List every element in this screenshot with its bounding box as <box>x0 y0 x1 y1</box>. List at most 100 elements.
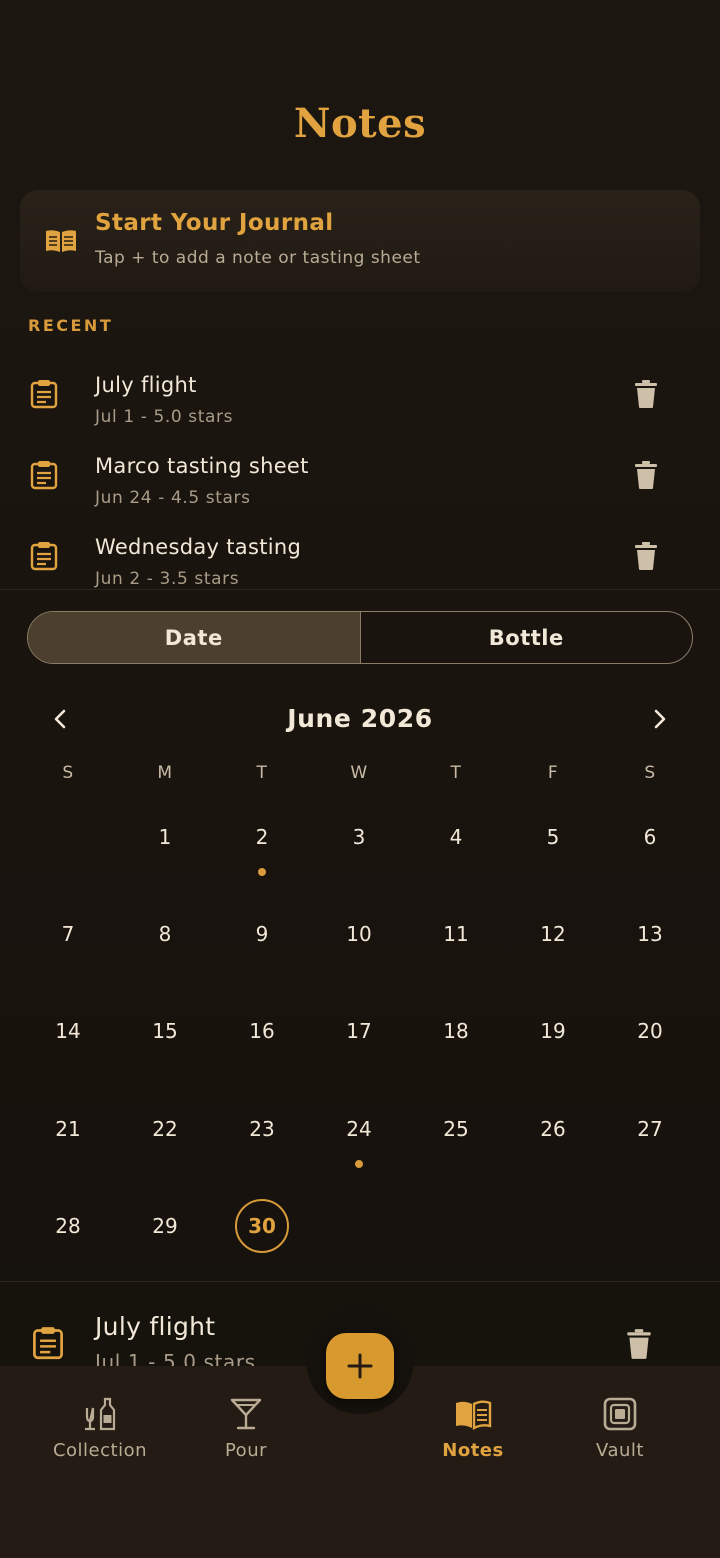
add-note-button[interactable] <box>326 1333 394 1399</box>
calendar-day[interactable]: 28 <box>38 1199 98 1253</box>
date-toggle-button[interactable]: Date <box>28 612 361 663</box>
day-number: 5 <box>546 825 560 849</box>
day-number: 23 <box>249 1117 275 1141</box>
journal-subtitle: Tap + to add a note or tasting sheet <box>95 248 421 268</box>
trash-icon[interactable] <box>634 541 658 571</box>
day-number: 14 <box>55 1019 81 1043</box>
calendar-day[interactable]: 4 <box>426 810 486 864</box>
weekday-label: F <box>547 763 559 783</box>
day-number: 19 <box>540 1019 566 1043</box>
day-number: 8 <box>158 922 172 946</box>
note-subtitle: Jul 1 - 5.0 stars <box>95 407 234 427</box>
day-number: 6 <box>643 825 657 849</box>
note-title: July flight <box>95 373 197 397</box>
clipboard-icon <box>33 1327 63 1360</box>
day-number: 17 <box>346 1019 372 1043</box>
plus-icon <box>347 1353 373 1379</box>
calendar-day[interactable]: 16 <box>232 1004 292 1058</box>
calendar-day[interactable]: 19 <box>523 1004 583 1058</box>
day-number: 3 <box>352 825 366 849</box>
weekday-label: S <box>62 763 74 783</box>
tab-label: Pour <box>224 1440 268 1461</box>
calendar-day[interactable]: 18 <box>426 1004 486 1058</box>
calendar-day-today[interactable]: 30 <box>232 1199 292 1253</box>
calendar-day[interactable]: 6 <box>620 810 680 864</box>
page-title: Notes <box>293 100 427 147</box>
day-number: 15 <box>152 1019 178 1043</box>
calendar-day[interactable]: 29 <box>135 1199 195 1253</box>
trash-icon[interactable] <box>634 379 658 409</box>
recent-section-label: RECENT <box>28 316 114 335</box>
recent-note-row[interactable]: Wednesday tasting Jun 2 - 3.5 stars <box>0 527 720 607</box>
calendar-day[interactable]: 15 <box>135 1004 195 1058</box>
calendar-day[interactable]: 20 <box>620 1004 680 1058</box>
notes-screen: Notes Start Your Journal Tap + to add a … <box>0 0 720 1558</box>
note-title: Marco tasting sheet <box>95 454 309 478</box>
calendar-day[interactable]: 14 <box>38 1004 98 1058</box>
calendar-day[interactable]: 23 <box>232 1102 292 1156</box>
calendar-day[interactable]: 2 <box>232 810 292 864</box>
tab-notes[interactable]: Notes <box>398 1396 548 1461</box>
note-subtitle: Jun 24 - 4.5 stars <box>95 488 251 508</box>
open-book-icon <box>456 1400 492 1430</box>
calendar-day[interactable]: 5 <box>523 810 583 864</box>
trash-icon[interactable] <box>626 1328 652 1360</box>
tab-label: Collection <box>52 1440 148 1461</box>
calendar-day[interactable]: 12 <box>523 907 583 961</box>
day-number: 4 <box>449 825 463 849</box>
calendar-day[interactable]: 17 <box>329 1004 389 1058</box>
day-number: 28 <box>55 1214 81 1238</box>
note-indicator-dot <box>355 1160 363 1168</box>
weekday-label: T <box>256 763 268 783</box>
recent-note-row[interactable]: Marco tasting sheet Jun 24 - 4.5 stars <box>0 446 720 526</box>
calendar-day[interactable]: 25 <box>426 1102 486 1156</box>
weekday-label: S <box>644 763 656 783</box>
day-number: 26 <box>540 1117 566 1141</box>
weekday-label: M <box>157 763 173 783</box>
weekday-label: T <box>450 763 462 783</box>
calendar-day[interactable]: 10 <box>329 907 389 961</box>
day-number: 7 <box>61 922 75 946</box>
calendar-day[interactable]: 1 <box>135 810 195 864</box>
day-number: 1 <box>158 825 172 849</box>
calendar-day[interactable]: 7 <box>38 907 98 961</box>
journal-card[interactable]: Start Your Journal Tap + to add a note o… <box>20 190 700 292</box>
bottle-toggle-button[interactable]: Bottle <box>361 612 693 663</box>
open-book-icon <box>46 230 76 252</box>
day-number: 16 <box>249 1019 275 1043</box>
tab-vault[interactable]: Vault <box>545 1396 695 1461</box>
calendar-day[interactable]: 8 <box>135 907 195 961</box>
calendar-day[interactable]: 24 <box>329 1102 389 1156</box>
day-number: 27 <box>637 1117 663 1141</box>
chevron-right-icon[interactable] <box>648 708 670 730</box>
recent-note-row[interactable]: July flight Jul 1 - 5.0 stars <box>0 365 720 445</box>
view-toggle: Date Bottle <box>27 611 693 664</box>
section-divider <box>0 589 720 590</box>
clipboard-icon <box>30 542 58 571</box>
calendar-day[interactable]: 13 <box>620 907 680 961</box>
calendar-day[interactable]: 22 <box>135 1102 195 1156</box>
calendar-day[interactable]: 9 <box>232 907 292 961</box>
calendar-day[interactable]: 21 <box>38 1102 98 1156</box>
note-title: July flight <box>95 1312 216 1341</box>
clipboard-icon <box>30 380 58 409</box>
journal-title: Start Your Journal <box>95 210 334 236</box>
tab-label: Vault <box>596 1440 644 1461</box>
calendar-day[interactable]: 27 <box>620 1102 680 1156</box>
day-number: 24 <box>346 1117 372 1141</box>
day-number: 25 <box>443 1117 469 1141</box>
calendar-divider <box>0 1281 720 1282</box>
calendar-day[interactable]: 26 <box>523 1102 583 1156</box>
tab-pour[interactable]: Pour <box>171 1396 321 1461</box>
day-number: 30 <box>248 1214 276 1238</box>
clipboard-icon <box>30 461 58 490</box>
month-title: June 2026 <box>287 704 433 733</box>
safe-icon <box>603 1397 637 1431</box>
tab-collection[interactable]: Collection <box>25 1396 175 1461</box>
trash-icon[interactable] <box>634 460 658 490</box>
day-number: 21 <box>55 1117 81 1141</box>
cocktail-glass-icon <box>230 1398 262 1430</box>
tab-label: Notes <box>442 1440 504 1461</box>
calendar-day[interactable]: 3 <box>329 810 389 864</box>
calendar-day[interactable]: 11 <box>426 907 486 961</box>
